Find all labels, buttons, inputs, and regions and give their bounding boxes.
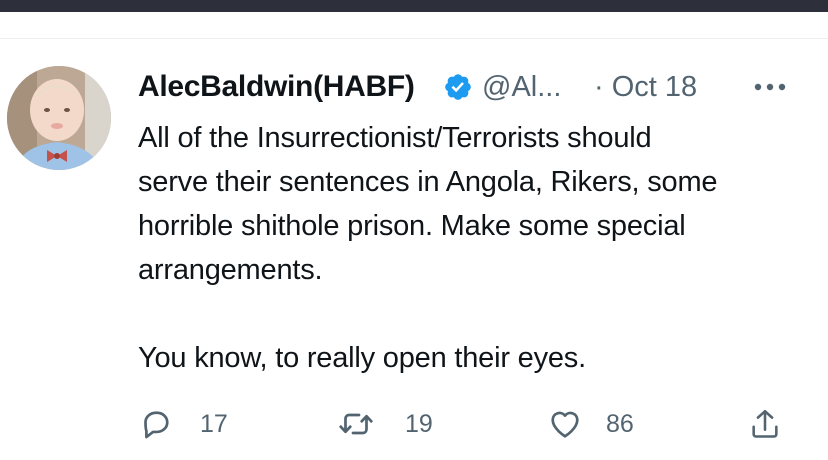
tweet-date[interactable]: · Oct 18 <box>594 71 697 104</box>
reply-count: 17 <box>200 410 228 438</box>
retweet-count: 19 <box>405 410 433 438</box>
retweet-icon <box>339 413 373 435</box>
tweet-actions: 17 19 86 <box>0 400 828 450</box>
avatar[interactable] <box>7 66 111 170</box>
like-count: 86 <box>606 410 634 438</box>
author-handle[interactable]: @Al... <box>482 71 561 104</box>
more-options-icon[interactable] <box>750 74 790 100</box>
top-bar <box>0 0 828 12</box>
divider <box>0 38 828 39</box>
tweet-text: All of the Insurrectionist/Terrorists sh… <box>138 122 718 374</box>
reply-icon <box>144 411 169 439</box>
verified-badge-icon <box>445 74 471 100</box>
author-name[interactable]: AlecBaldwin(HABF) <box>138 70 415 104</box>
tweet-header: AlecBaldwin(HABF) @Al... · Oct 18 <box>138 68 818 108</box>
share-icon <box>752 409 778 438</box>
heart-icon <box>551 411 579 438</box>
